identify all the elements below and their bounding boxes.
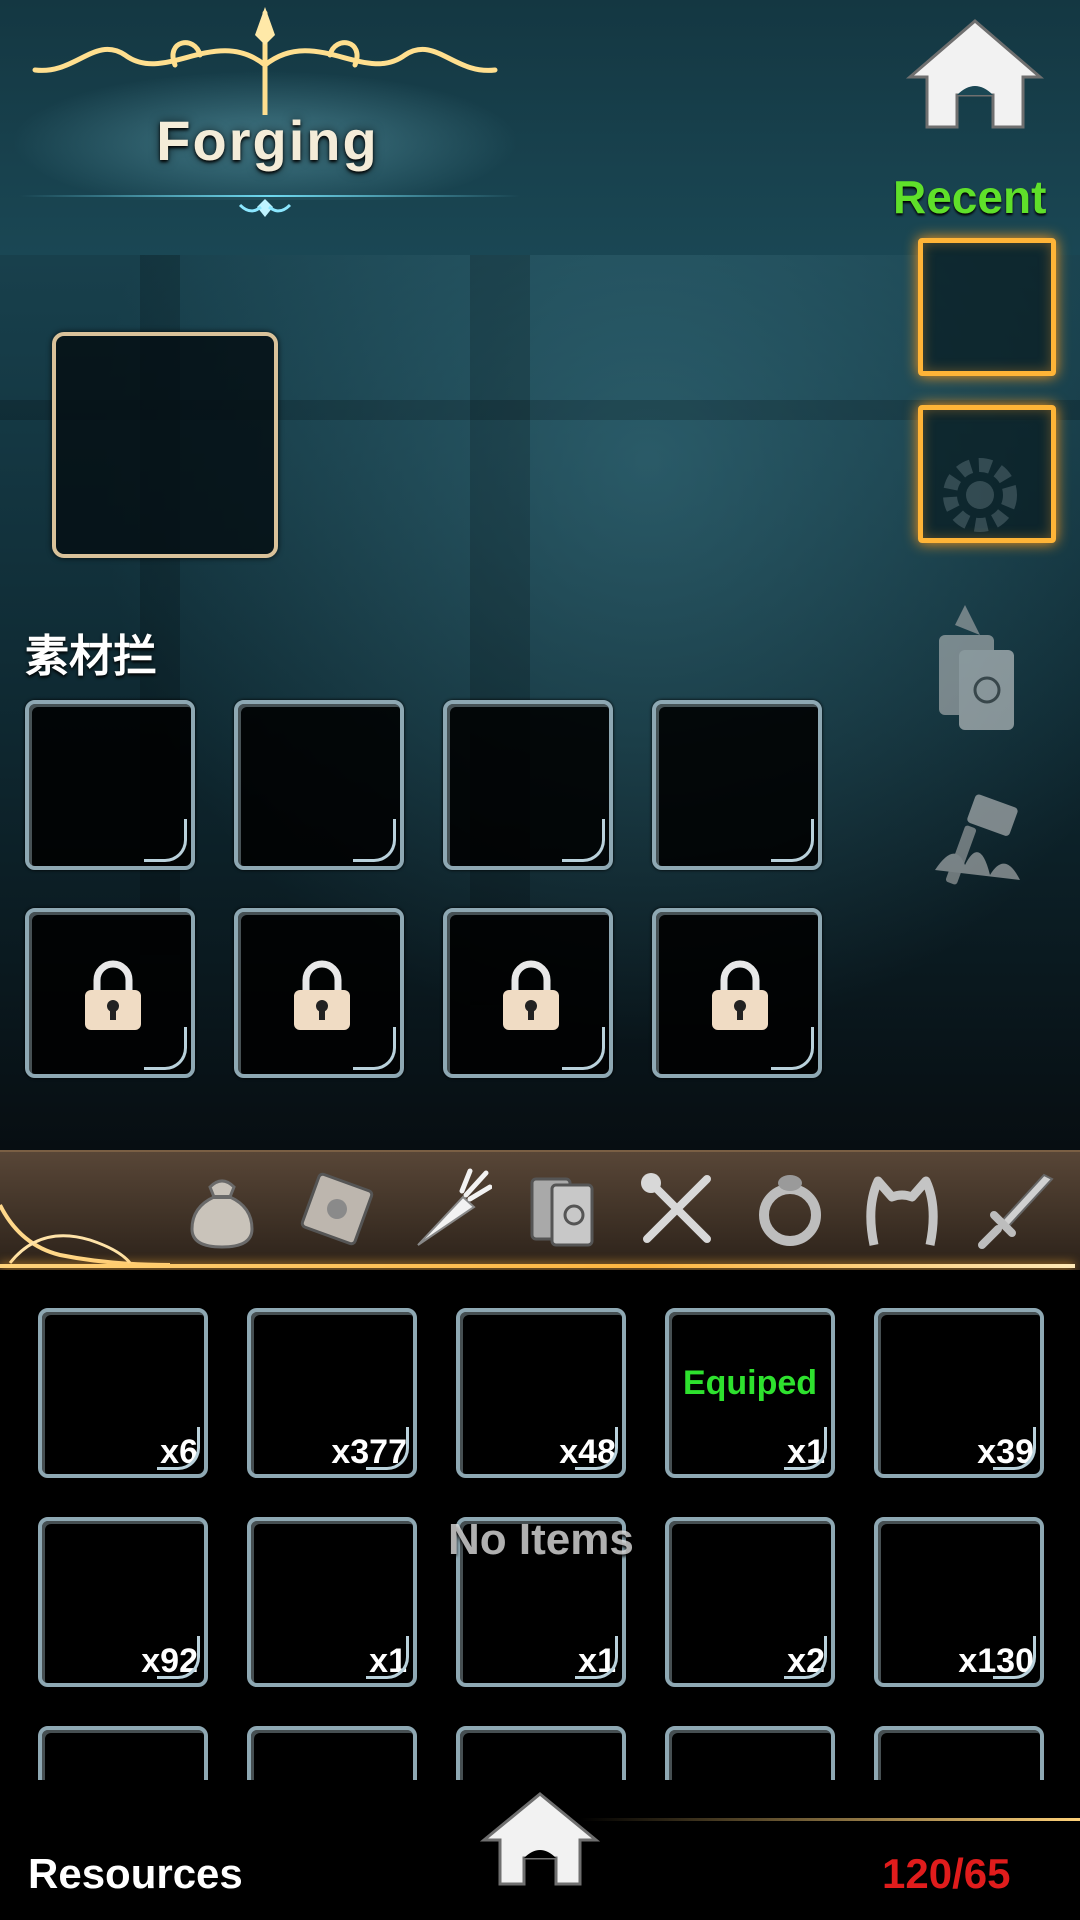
item-count: x39 [977,1433,1034,1471]
material-slot-locked[interactable] [234,908,404,1078]
item-count: x130 [958,1642,1034,1680]
bar-ornament-icon [0,1204,171,1267]
page-title: Forging [156,109,379,172]
item-count: x1 [787,1433,825,1471]
bag-icon[interactable] [180,1167,264,1251]
books-icon[interactable] [522,1167,606,1251]
forge-hammer-icon[interactable] [925,780,1035,900]
item-count: x2 [787,1642,825,1680]
lock-icon [503,960,559,1030]
inventory-item[interactable] [456,1726,626,1780]
recipe-book-icon[interactable] [925,595,1025,735]
material-slot-locked[interactable] [25,908,195,1078]
inventory-item[interactable]: x92 [38,1517,208,1687]
material-slot[interactable] [652,700,822,870]
carrot-icon[interactable] [408,1167,492,1251]
no-items-text: No Items [448,1515,634,1564]
inventory-item[interactable]: x377 [247,1308,417,1478]
inventory-item[interactable]: x39 [874,1308,1044,1478]
inventory-item[interactable]: x2 [665,1517,835,1687]
recent-slot-1[interactable] [918,238,1056,376]
bottom-bar-line [580,1818,1080,1821]
inventory-item[interactable] [38,1726,208,1780]
category-bar-line [0,1264,1075,1268]
forge-result-slot[interactable] [52,332,278,558]
inventory-item[interactable] [247,1726,417,1780]
scroll-icon[interactable] [295,1167,379,1251]
ring-icon[interactable] [748,1167,832,1251]
material-slot[interactable] [25,700,195,870]
item-count: x92 [141,1642,198,1680]
resources-tab[interactable]: Resources [28,1850,243,1898]
material-slot[interactable] [234,700,404,870]
inventory-item[interactable]: Equiped x1 [665,1308,835,1478]
material-slot[interactable] [443,700,613,870]
title-gem-icon [238,199,292,217]
material-slot-locked[interactable] [652,908,822,1078]
lock-icon [712,960,768,1030]
home-icon[interactable] [480,1790,600,1890]
inventory-item[interactable] [874,1726,1044,1780]
item-count: x6 [160,1433,198,1471]
equipped-badge: Equiped [682,1364,818,1402]
gear-icon [943,458,1017,532]
inventory-item[interactable]: x1 [247,1517,417,1687]
lock-icon [294,960,350,1030]
inventory-capacity: 120/65 [882,1850,1011,1897]
inventory-item[interactable]: x48 [456,1308,626,1478]
ornament-icon [32,7,498,115]
item-count: x1 [369,1642,407,1680]
utensils-icon[interactable] [635,1167,719,1251]
material-slot-locked[interactable] [443,908,613,1078]
item-count: x1 [578,1642,616,1680]
headband-icon[interactable] [860,1167,944,1251]
material-bar-label: 素材拦 [25,632,157,681]
lock-icon [85,960,141,1030]
inventory-item[interactable]: x6 [38,1308,208,1478]
inventory-item[interactable]: x130 [874,1517,1044,1687]
inventory-item[interactable] [665,1726,835,1780]
home-icon[interactable] [905,15,1045,135]
recent-label: Recent [893,171,1047,223]
item-count: x48 [559,1433,616,1471]
sword-icon[interactable] [972,1167,1056,1251]
item-count: x377 [331,1433,407,1471]
